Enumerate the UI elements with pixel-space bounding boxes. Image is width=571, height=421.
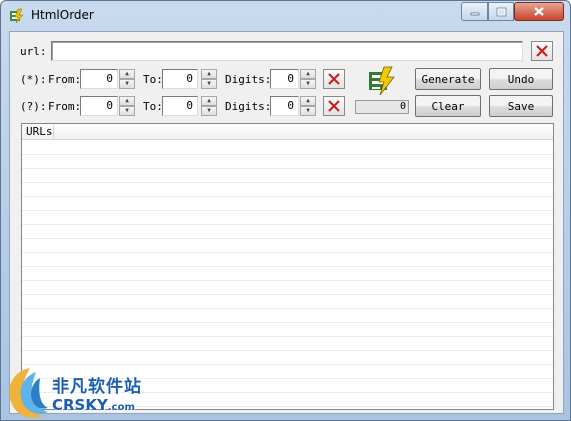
star-to-field[interactable]: 0 bbox=[162, 69, 198, 89]
minimize-icon bbox=[470, 12, 479, 15]
minimize-button[interactable] bbox=[461, 2, 488, 21]
site-watermark: 非凡软件站 CRSKY.com bbox=[0, 362, 165, 421]
column-header-urls[interactable]: URLs bbox=[26, 125, 54, 138]
star-from-field[interactable]: 0 bbox=[80, 69, 118, 89]
question-digits-label: Digits: bbox=[225, 100, 272, 113]
question-from-label: From: bbox=[48, 100, 82, 113]
generate-button[interactable]: Generate bbox=[415, 68, 481, 90]
spin-down-icon[interactable]: ▼ bbox=[201, 106, 217, 116]
spin-down-icon[interactable]: ▼ bbox=[300, 106, 316, 116]
save-button[interactable]: Save bbox=[489, 95, 553, 117]
close-button[interactable] bbox=[514, 2, 564, 21]
red-x-icon bbox=[328, 100, 340, 112]
window-title: HtmlOrder bbox=[31, 8, 94, 22]
star-from-spinner[interactable]: ▲ ▼ bbox=[119, 69, 135, 89]
maximize-icon bbox=[496, 7, 506, 16]
client-area: url: (*): From: 0 ▲ ▼ To: 0 ▲ ▼ Digits: 0 … bbox=[9, 31, 564, 414]
question-digits-field[interactable]: 0 bbox=[270, 96, 299, 116]
spin-down-icon[interactable]: ▼ bbox=[300, 79, 316, 89]
url-input[interactable] bbox=[51, 41, 523, 61]
watermark-logo-icon bbox=[9, 368, 48, 418]
red-x-icon bbox=[536, 45, 548, 57]
watermark-en-main: CRSKY bbox=[52, 396, 108, 414]
watermark-en-suffix: .com bbox=[107, 402, 135, 413]
spin-up-icon[interactable]: ▲ bbox=[300, 96, 316, 106]
title-bar[interactable]: HtmlOrder bbox=[1, 1, 570, 31]
clear-button[interactable]: Clear bbox=[415, 95, 481, 117]
spin-up-icon[interactable]: ▲ bbox=[119, 96, 135, 106]
clear-question-row-button[interactable] bbox=[323, 96, 345, 116]
progress-counter: 0 bbox=[355, 100, 409, 114]
question-to-label: To: bbox=[143, 100, 163, 113]
spin-up-icon[interactable]: ▲ bbox=[119, 69, 135, 79]
close-icon bbox=[534, 7, 544, 16]
star-from-label: From: bbox=[48, 73, 82, 86]
spin-down-icon[interactable]: ▼ bbox=[201, 79, 217, 89]
generate-lightning-icon bbox=[369, 66, 395, 96]
question-digits-spinner[interactable]: ▲ ▼ bbox=[300, 96, 316, 116]
watermark-en-text: CRSKY.com bbox=[52, 396, 135, 414]
question-from-field[interactable]: 0 bbox=[80, 96, 118, 116]
spin-down-icon[interactable]: ▼ bbox=[119, 106, 135, 116]
list-header[interactable]: URLs bbox=[22, 124, 553, 140]
spin-up-icon[interactable]: ▲ bbox=[201, 69, 217, 79]
star-to-spinner[interactable]: ▲ ▼ bbox=[201, 69, 217, 89]
clear-url-button[interactable] bbox=[531, 41, 553, 61]
spin-down-icon[interactable]: ▼ bbox=[119, 79, 135, 89]
star-digits-field[interactable]: 0 bbox=[270, 69, 299, 89]
undo-button[interactable]: Undo bbox=[489, 68, 553, 90]
maximize-button[interactable] bbox=[488, 2, 514, 21]
star-digits-label: Digits: bbox=[225, 73, 272, 86]
watermark-cn-text: 非凡软件站 bbox=[52, 377, 142, 397]
app-icon bbox=[10, 8, 24, 24]
app-window: HtmlOrder url: (*): From: 0 ▲ ▼ To: 0 ▲ ▼ … bbox=[0, 0, 571, 421]
spin-up-icon[interactable]: ▲ bbox=[300, 69, 316, 79]
spin-up-icon[interactable]: ▲ bbox=[201, 96, 217, 106]
question-row-label: (?): bbox=[20, 100, 47, 113]
url-label: url: bbox=[20, 45, 47, 58]
red-x-icon bbox=[328, 73, 340, 85]
star-digits-spinner[interactable]: ▲ ▼ bbox=[300, 69, 316, 89]
star-row-label: (*): bbox=[20, 73, 47, 86]
question-from-spinner[interactable]: ▲ ▼ bbox=[119, 96, 135, 116]
question-to-spinner[interactable]: ▲ ▼ bbox=[201, 96, 217, 116]
clear-star-row-button[interactable] bbox=[323, 69, 345, 89]
question-to-field[interactable]: 0 bbox=[162, 96, 198, 116]
star-to-label: To: bbox=[143, 73, 163, 86]
